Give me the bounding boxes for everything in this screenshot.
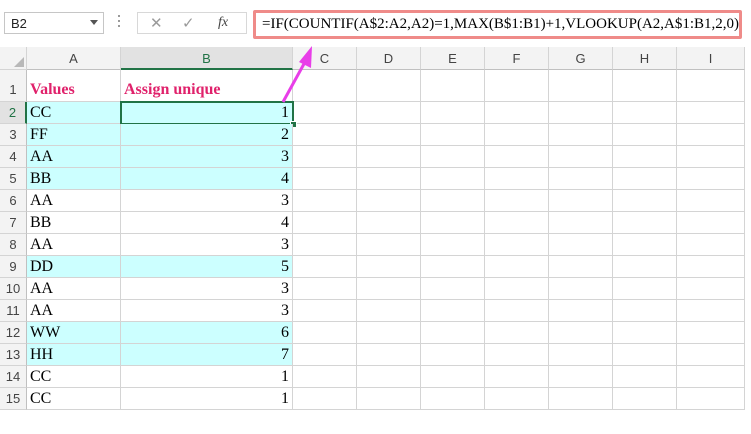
- annotation-arrow: [281, 46, 312, 103]
- arrow-head: [299, 46, 312, 68]
- arrow-shaft: [281, 61, 307, 103]
